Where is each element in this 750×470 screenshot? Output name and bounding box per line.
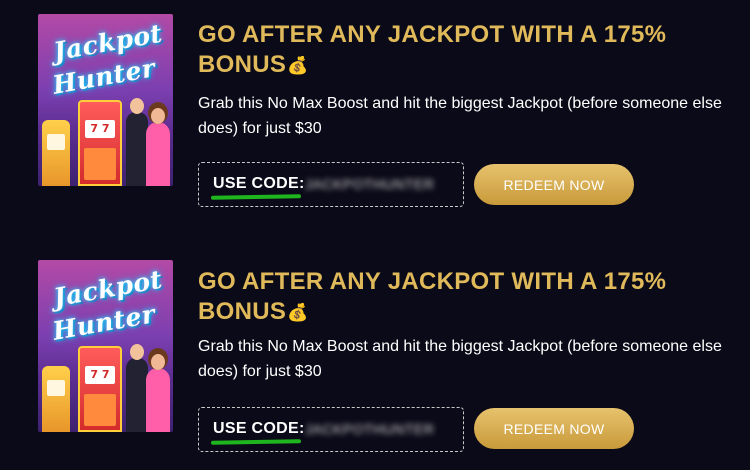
promo-card: Jackpot Hunter 7 7 GO AFTER ANY JACKPOT … [0,0,750,235]
character-man [126,344,148,432]
promo-code-box[interactable]: USE CODE: JACKPOTHUNTER [198,407,464,452]
code-highlight-underline [210,194,302,200]
slot-machine-small [42,120,70,186]
slot-symbols: 7 7 [85,120,115,138]
use-code-label: USE CODE: [213,420,305,437]
slot-machine-small [42,366,70,432]
slot-machine: 7 7 [78,100,122,186]
redeem-now-button[interactable]: REDEEM NOW [474,408,634,449]
slot-symbols: 7 7 [85,366,115,384]
promo-title: GO AFTER ANY JACKPOT WITH A 175% BONUS💰 [198,20,708,81]
promo-code-value[interactable]: JACKPOTHUNTER [305,421,453,439]
money-bag-icon: 💰 [287,55,309,75]
character-woman [146,108,170,186]
promo-title: GO AFTER ANY JACKPOT WITH A 175% BONUS💰 [198,267,708,328]
promo-code-box[interactable]: USE CODE: JACKPOTHUNTER [198,162,464,207]
promo-title-text: GO AFTER ANY JACKPOT WITH A 175% BONUS [198,21,667,78]
redeem-now-button[interactable]: REDEEM NOW [474,164,634,205]
slot-machine: 7 7 [78,346,122,432]
character-man [126,98,148,186]
character-woman [146,354,170,432]
money-bag-icon: 💰 [287,302,309,322]
code-highlight-underline [210,439,302,445]
promo-description: Grab this No Max Boost and hit the bigge… [198,95,722,137]
jackpot-hunter-image[interactable]: Jackpot Hunter 7 7 [38,14,173,186]
promo-card: Jackpot Hunter 7 7 GO AFTER ANY JACKPOT … [0,244,750,470]
promo-code-value[interactable]: JACKPOTHUNTER [305,176,453,194]
promo-title-text: GO AFTER ANY JACKPOT WITH A 175% BONUS [198,268,667,325]
promo-description: Grab this No Max Boost and hit the bigge… [198,338,722,380]
use-code-label: USE CODE: [213,175,305,192]
jackpot-hunter-image[interactable]: Jackpot Hunter 7 7 [38,260,173,432]
